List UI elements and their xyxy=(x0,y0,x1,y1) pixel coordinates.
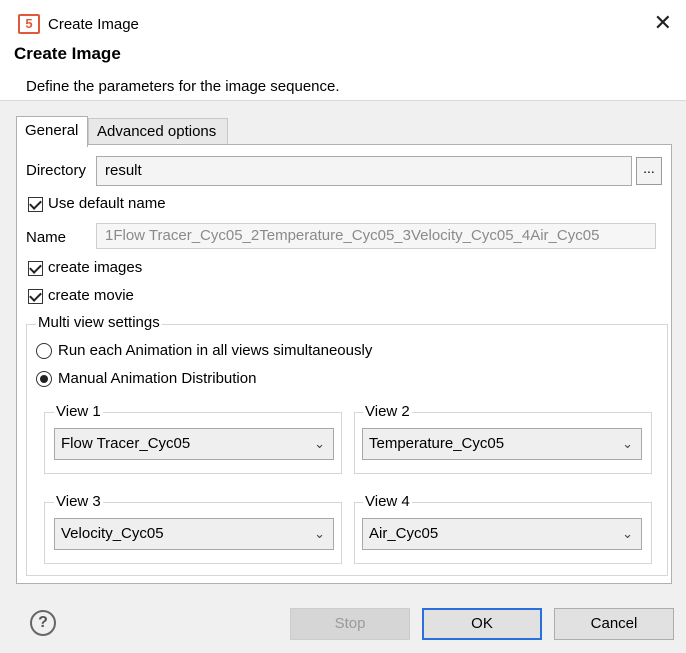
chevron-down-icon: ⌄ xyxy=(622,436,633,451)
chevron-down-icon: ⌄ xyxy=(622,526,633,541)
view-3-select-value: Velocity_Cyc05 xyxy=(61,525,164,542)
dialog-description: Define the parameters for the image sequ… xyxy=(26,78,340,95)
name-label: Name xyxy=(26,229,67,246)
stop-button[interactable]: Stop xyxy=(290,608,410,640)
title-bar: 5 Create Image ✕ xyxy=(0,0,686,40)
view-4-legend: View 4 xyxy=(363,493,412,510)
ok-button[interactable]: OK xyxy=(422,608,542,640)
dialog-header: Create Image Define the parameters for t… xyxy=(0,40,686,101)
view-4-select[interactable]: Air_Cyc05 ⌄ xyxy=(362,518,642,550)
create-images-checkbox[interactable] xyxy=(28,261,43,276)
view-1-select[interactable]: Flow Tracer_Cyc05 ⌄ xyxy=(54,428,334,460)
browse-button[interactable]: ... xyxy=(636,157,662,185)
help-icon[interactable]: ? xyxy=(30,610,56,636)
view-3-legend: View 3 xyxy=(54,493,103,510)
view-2-legend: View 2 xyxy=(363,403,412,420)
directory-input[interactable]: result xyxy=(96,156,632,186)
cancel-button[interactable]: Cancel xyxy=(554,608,674,640)
manual-distribution-radio[interactable] xyxy=(36,371,52,387)
close-icon[interactable]: ✕ xyxy=(654,12,672,34)
view-2-select-value: Temperature_Cyc05 xyxy=(369,435,505,452)
view-4-select-value: Air_Cyc05 xyxy=(369,525,439,542)
view-1-legend: View 1 xyxy=(54,403,103,420)
tab-general[interactable]: General xyxy=(16,116,88,147)
tab-advanced-options[interactable]: Advanced options xyxy=(88,118,228,144)
manual-distribution-label: Manual Animation Distribution xyxy=(58,370,257,387)
create-images-label: create images xyxy=(48,259,143,276)
use-default-name-label: Use default name xyxy=(48,195,166,212)
run-simultaneous-label: Run each Animation in all views simultan… xyxy=(58,342,373,359)
create-movie-label: create movie xyxy=(48,287,134,304)
view-3-select[interactable]: Velocity_Cyc05 ⌄ xyxy=(54,518,334,550)
dialog-heading: Create Image xyxy=(14,44,121,63)
create-movie-checkbox[interactable] xyxy=(28,289,43,304)
directory-label: Directory xyxy=(26,162,87,179)
view-1-select-value: Flow Tracer_Cyc05 xyxy=(61,435,191,452)
chevron-down-icon: ⌄ xyxy=(314,526,325,541)
multi-view-settings-legend: Multi view settings xyxy=(36,314,162,331)
app-logo-icon: 5 xyxy=(18,14,40,34)
view-2-select[interactable]: Temperature_Cyc05 ⌄ xyxy=(362,428,642,460)
name-input: 1Flow Tracer_Cyc05_2Temperature_Cyc05_3V… xyxy=(96,223,656,249)
window-title: Create Image xyxy=(48,16,139,33)
chevron-down-icon: ⌄ xyxy=(314,436,325,451)
use-default-name-checkbox[interactable] xyxy=(28,197,43,212)
run-simultaneous-radio[interactable] xyxy=(36,343,52,359)
